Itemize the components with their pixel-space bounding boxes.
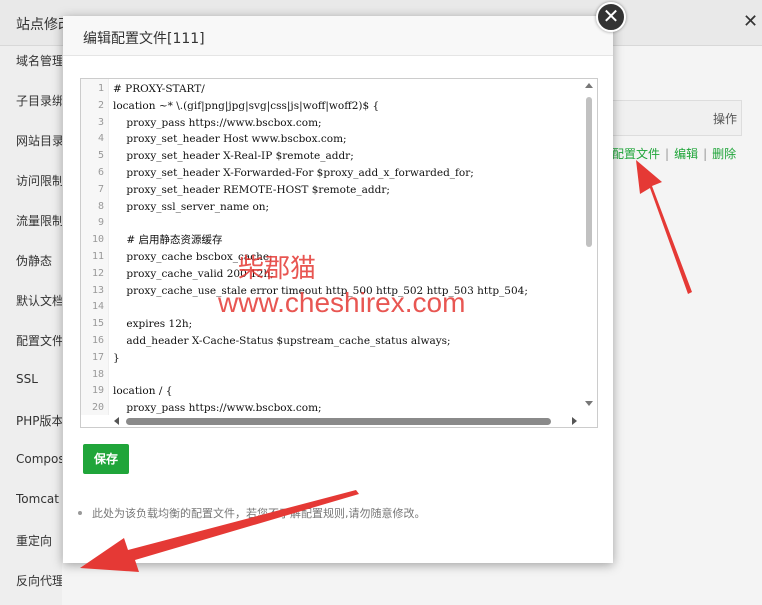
code-line: add_header X-Cache-Status $upstream_cach… bbox=[113, 335, 451, 347]
config-code-editor[interactable]: 1 2 3 4 5 6 7 8 9 10 11 12 13 14 15 16 17 18 19 20 # PROXY-… bbox=[80, 78, 598, 428]
settings-sidebar: 域名管理子目录绑定网站目录访问限制流量限制伪静态默认文档配置文件 SSL PHP版本… bbox=[0, 46, 62, 605]
code-line: proxy_set_header X-Forwarded-For $proxy_… bbox=[113, 167, 474, 179]
code-line: proxy_pass https://www.bscbox.com; bbox=[113, 116, 322, 129]
line-number: 7 bbox=[97, 183, 104, 195]
sidebar-item[interactable]: 域名管理 bbox=[16, 52, 62, 69]
code-line: location / { bbox=[113, 385, 173, 398]
watermark-url: www.cheshirex.com bbox=[218, 287, 466, 318]
action-separator: | bbox=[665, 147, 670, 161]
vertical-scroll-thumb[interactable] bbox=[586, 97, 592, 247]
line-number: 15 bbox=[91, 318, 104, 330]
sidebar-item[interactable]: 子目录绑定 bbox=[16, 92, 62, 109]
sidebar-item[interactable]: 默认文档 bbox=[16, 292, 62, 309]
save-button[interactable]: 保存 bbox=[83, 444, 129, 474]
code-line: proxy_set_header REMOTE-HOST $remote_add… bbox=[113, 183, 390, 196]
line-number: 6 bbox=[97, 167, 104, 178]
code-line: # 启用静态资源缓存 bbox=[113, 234, 223, 247]
line-number: 1 bbox=[97, 83, 104, 94]
line-number: 5 bbox=[97, 150, 104, 162]
scroll-right-arrow-icon[interactable] bbox=[572, 417, 577, 425]
line-number: 13 bbox=[91, 284, 104, 296]
line-number: 19 bbox=[91, 385, 104, 397]
scroll-up-arrow-icon[interactable] bbox=[585, 83, 593, 88]
vertical-scrollbar[interactable] bbox=[585, 79, 595, 415]
line-number-gutter: 1 2 3 4 5 6 7 8 9 10 11 12 13 14 15 16 17 18 19 20 bbox=[81, 79, 109, 415]
panel-close-icon[interactable]: ✕ bbox=[743, 13, 758, 31]
line-number: 12 bbox=[91, 267, 104, 279]
row-actions: 配置文件 | 编辑 | 删除 bbox=[612, 145, 736, 162]
line-number: 3 bbox=[97, 116, 104, 128]
code-line: } bbox=[113, 351, 120, 364]
delete-link[interactable]: 删除 bbox=[712, 147, 736, 161]
line-number: 11 bbox=[91, 251, 104, 262]
code-line: location ~* \.(gif|png|jpg|svg|css|js|wo… bbox=[113, 99, 380, 112]
code-line: # PROXY-START/ bbox=[113, 83, 205, 95]
line-number: 16 bbox=[91, 335, 104, 346]
red-arrow-icon bbox=[636, 160, 692, 294]
code-line: proxy_set_header Host www.bscbox.com; bbox=[113, 133, 347, 146]
sidebar-item[interactable]: 网站目录 bbox=[16, 132, 62, 149]
line-number: 14 bbox=[91, 301, 104, 313]
edit-link[interactable]: 编辑 bbox=[674, 147, 698, 161]
config-file-link[interactable]: 配置文件 bbox=[612, 147, 660, 161]
table-header-operation: 操作 bbox=[713, 112, 738, 126]
sidebar-item[interactable]: 访问限制 bbox=[16, 172, 62, 189]
code-line: expires 12h; bbox=[113, 318, 193, 331]
code-line: proxy_ssl_server_name on; bbox=[113, 200, 270, 213]
line-number: 20 bbox=[91, 402, 104, 414]
scroll-left-arrow-icon[interactable] bbox=[114, 417, 119, 425]
sidebar-item[interactable]: 反向代理 bbox=[16, 572, 62, 589]
bullet-icon bbox=[78, 511, 82, 515]
sidebar-item[interactable]: Composer bbox=[16, 452, 62, 466]
tip-text: 此处为该负载均衡的配置文件，若您不了解配置规则,请勿随意修改。 bbox=[92, 507, 426, 520]
watermark-chinese: 柴郡猫 bbox=[238, 254, 317, 284]
horizontal-scroll-thumb[interactable] bbox=[126, 418, 551, 425]
config-tip: 此处为该负载均衡的配置文件，若您不了解配置规则,请勿随意修改。 bbox=[78, 505, 426, 521]
scroll-down-arrow-icon[interactable] bbox=[585, 401, 593, 406]
line-number: 10 bbox=[91, 234, 104, 246]
line-number: 17 bbox=[91, 351, 104, 363]
line-number: 9 bbox=[97, 217, 104, 229]
line-number: 8 bbox=[97, 200, 104, 212]
sidebar-item[interactable]: 配置文件 bbox=[16, 332, 62, 349]
line-number: 2 bbox=[97, 99, 104, 111]
sidebar-item[interactable]: 伪静态 bbox=[16, 252, 62, 269]
code-line: proxy_pass https://www.bscbox.com; bbox=[113, 402, 322, 415]
code-line: proxy_set_header X-Real-IP $remote_addr; bbox=[113, 150, 354, 163]
line-number: 4 bbox=[97, 133, 104, 145]
sidebar-item[interactable]: 重定向 bbox=[16, 532, 62, 549]
action-separator: | bbox=[703, 147, 708, 161]
modal-title: 编辑配置文件[111] bbox=[63, 16, 613, 56]
sidebar-item[interactable]: Tomcat bbox=[16, 492, 62, 506]
sidebar-item[interactable]: PHP版本 bbox=[16, 412, 62, 429]
sidebar-item[interactable]: 流量限制 bbox=[16, 212, 62, 229]
line-number: 18 bbox=[91, 368, 104, 380]
sidebar-item[interactable]: SSL bbox=[16, 372, 62, 386]
modal-close-icon[interactable]: ✕ bbox=[596, 2, 626, 32]
